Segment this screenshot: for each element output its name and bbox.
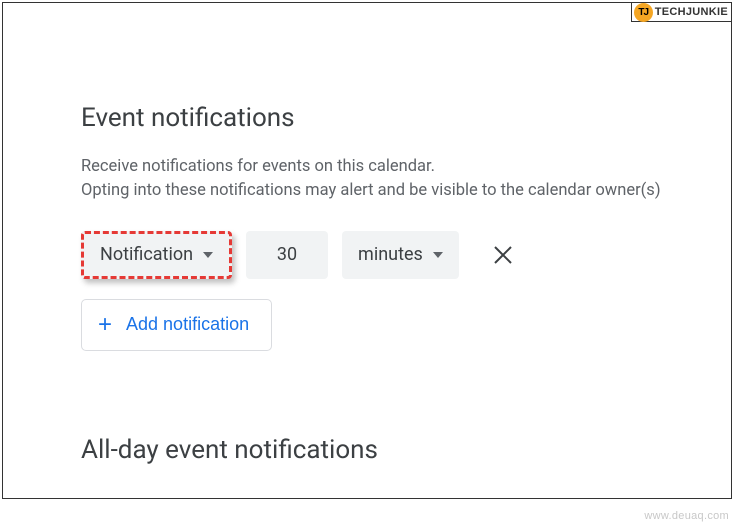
plus-icon: + [98, 313, 112, 337]
techjunkie-badge: TECHJUNKIE [631, 3, 731, 22]
notification-row: Notification 30 minutes [81, 231, 731, 279]
settings-panel: TECHJUNKIE Event notifications Receive n… [2, 2, 732, 499]
notification-type-label: Notification [100, 244, 193, 265]
notification-value: 30 [277, 244, 297, 265]
dropdown-caret-icon [203, 252, 213, 258]
allday-notifications-heading: All-day event notifications [81, 435, 731, 465]
event-notifications-description: Receive notifications for events on this… [81, 155, 731, 203]
notification-value-input[interactable]: 30 [246, 231, 328, 279]
notification-unit-select[interactable]: minutes [342, 231, 459, 279]
event-notifications-heading: Event notifications [81, 103, 731, 133]
close-icon [493, 245, 513, 265]
remove-notification-button[interactable] [483, 235, 523, 275]
watermark-text: www.deuaq.com [644, 510, 729, 522]
add-notification-label: Add notification [126, 314, 249, 335]
description-line-1: Receive notifications for events on this… [81, 157, 435, 176]
add-notification-button[interactable]: + Add notification [81, 299, 272, 351]
techjunkie-text: TECHJUNKIE [655, 6, 731, 18]
dropdown-caret-icon [433, 252, 443, 258]
notification-type-select[interactable]: Notification [81, 231, 232, 279]
description-line-2: Opting into these notifications may aler… [81, 181, 661, 200]
techjunkie-logo-icon [634, 3, 653, 22]
content-area: Event notifications Receive notification… [3, 3, 731, 465]
notification-unit-label: minutes [358, 244, 423, 265]
